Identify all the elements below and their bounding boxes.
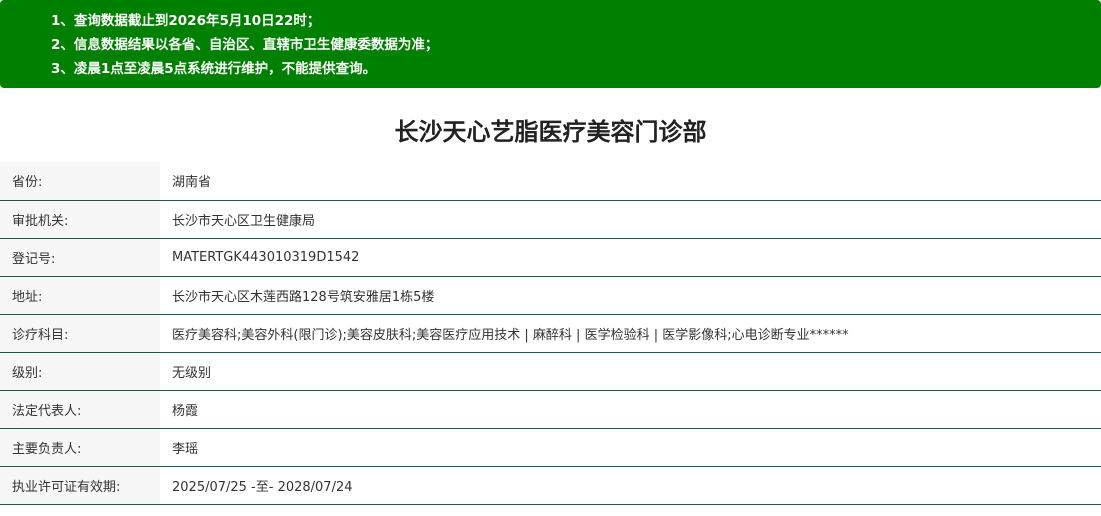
row-value: MATERTGK443010319D1542: [160, 238, 1101, 277]
row-value: 2025/07/25 -至- 2028/07/24: [160, 466, 1101, 505]
row-value: 无级别: [160, 352, 1101, 391]
row-label: 主要负责人:: [0, 428, 160, 467]
detail-table: 省份: 湖南省 审批机关: 长沙市天心区卫生健康局 登记号: MATERTGK4…: [0, 162, 1101, 505]
table-row-license-validity: 执业许可证有效期: 2025/07/25 -至- 2028/07/24: [0, 466, 1101, 505]
row-value: 长沙市天心区木莲西路128号筑安雅居1栋5楼: [160, 276, 1101, 315]
row-value: 李瑶: [160, 428, 1101, 467]
row-label: 法定代表人:: [0, 390, 160, 429]
table-row-address: 地址: 长沙市天心区木莲西路128号筑安雅居1栋5楼: [0, 276, 1101, 315]
notice-line-1: 1、查询数据截止到2026年5月10日22时；: [51, 13, 321, 29]
row-label: 诊疗科目:: [0, 314, 160, 353]
table-row-approval-authority: 审批机关: 长沙市天心区卫生健康局: [0, 200, 1101, 239]
row-label: 省份:: [0, 162, 160, 201]
row-value: 杨霞: [160, 390, 1101, 429]
table-row-level: 级别: 无级别: [0, 352, 1101, 391]
page-title: 长沙天心艺脂医疗美容门诊部: [394, 118, 707, 146]
row-label: 地址:: [0, 276, 160, 315]
notice-line-2: 2、信息数据结果以各省、自治区、直辖市卫生健康委数据为准；: [51, 37, 439, 53]
notice-banner: 1、查询数据截止到2026年5月10日22时； 2、信息数据结果以各省、自治区、…: [0, 0, 1101, 88]
row-value: 长沙市天心区卫生健康局: [160, 200, 1101, 239]
row-value: 医疗美容科;美容外科(限门诊);美容皮肤科;美容医疗应用技术 | 麻醉科 | 医…: [160, 314, 1101, 353]
notice-line-3: 3、凌晨1点至凌晨5点系统进行维护，不能提供查询。: [51, 61, 377, 77]
row-label: 执业许可证有效期:: [0, 466, 160, 505]
row-label: 登记号:: [0, 238, 160, 277]
table-row-departments: 诊疗科目: 医疗美容科;美容外科(限门诊);美容皮肤科;美容医疗应用技术 | 麻…: [0, 314, 1101, 353]
table-row-legal-representative: 法定代表人: 杨霞: [0, 390, 1101, 429]
table-row-principal: 主要负责人: 李瑶: [0, 428, 1101, 467]
row-label: 级别:: [0, 352, 160, 391]
row-label: 审批机关:: [0, 200, 160, 239]
table-row-registration-number: 登记号: MATERTGK443010319D1542: [0, 238, 1101, 277]
row-value: 湖南省: [160, 162, 1101, 201]
table-row-province: 省份: 湖南省: [0, 162, 1101, 201]
